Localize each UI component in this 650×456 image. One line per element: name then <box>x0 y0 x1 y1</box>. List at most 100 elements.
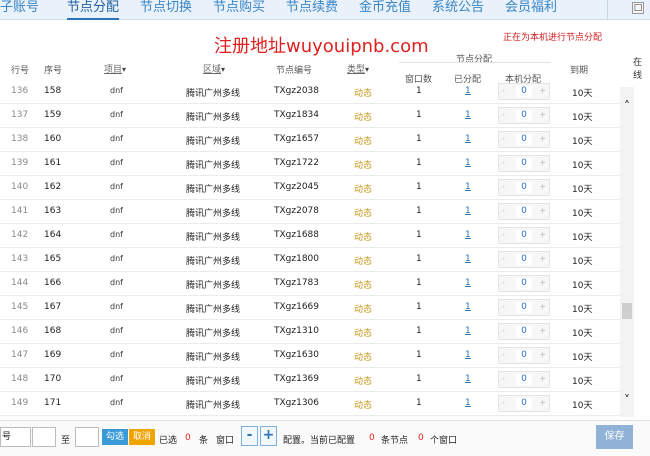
scroll-down-icon[interactable]: ˅ <box>620 393 634 407</box>
check-button[interactable]: 勾选 <box>102 429 128 445</box>
row-allocated-link[interactable]: 1 <box>465 182 471 192</box>
stepper-minus-icon[interactable]: - <box>502 158 505 167</box>
stepper-plus-icon[interactable]: + <box>539 182 546 191</box>
stepper-minus-icon[interactable]: - <box>502 350 505 359</box>
stepper-minus-icon[interactable]: - <box>502 230 505 239</box>
stepper-value[interactable]: 0 <box>516 182 532 193</box>
stepper-plus-icon[interactable]: + <box>539 326 546 335</box>
local-allocation-stepper[interactable]: - 0 + <box>498 155 550 172</box>
stepper-value[interactable]: 0 <box>516 134 532 145</box>
range-end-input[interactable] <box>75 427 99 447</box>
stepper-value[interactable]: 0 <box>516 326 532 337</box>
col-area-filter[interactable]: 区域 <box>203 62 225 75</box>
stepper-plus-icon[interactable]: + <box>539 110 546 119</box>
local-allocation-stepper[interactable]: - 0 + <box>498 131 550 148</box>
local-allocation-stepper[interactable]: - 0 + <box>498 251 550 268</box>
col-project-filter[interactable]: 项目 <box>104 62 126 75</box>
table-row[interactable]: 149 171 dnf 腾讯广州多线 TXgz1306 动态 1 1 10天 - 0 + <box>0 392 620 416</box>
stepper-plus-icon[interactable]: + <box>539 398 546 407</box>
tab-member-benefits[interactable]: 会员福利 <box>505 0 557 20</box>
stepper-plus-icon[interactable]: + <box>539 230 546 239</box>
stepper-plus-icon[interactable]: + <box>539 302 546 311</box>
stepper-value[interactable]: 0 <box>516 350 532 361</box>
stepper-value[interactable]: 0 <box>516 110 532 121</box>
stepper-minus-icon[interactable]: - <box>502 326 505 335</box>
stepper-minus-icon[interactable]: - <box>502 134 505 143</box>
tab-node-allocation[interactable]: 节点分配 <box>67 0 120 20</box>
tab-announcements[interactable]: 系统公告 <box>432 0 484 20</box>
stepper-minus-icon[interactable]: - <box>502 278 505 287</box>
row-allocated-link[interactable]: 1 <box>465 350 471 360</box>
range-start-select[interactable]: 号 <box>0 427 31 447</box>
save-button[interactable]: 保存 <box>596 425 633 449</box>
tab-node-switch[interactable]: 节点切换 <box>140 0 192 20</box>
row-allocated-link[interactable]: 1 <box>465 302 471 312</box>
table-row[interactable]: 144 166 dnf 腾讯广州多线 TXgz1783 动态 1 1 10天 - 0 + <box>0 272 620 296</box>
row-allocated-link[interactable]: 1 <box>465 110 471 120</box>
plus-button[interactable]: + <box>260 426 277 446</box>
stepper-minus-icon[interactable]: - <box>502 254 505 263</box>
row-allocated-link[interactable]: 1 <box>465 206 471 216</box>
stepper-minus-icon[interactable]: - <box>502 206 505 215</box>
stepper-plus-icon[interactable]: + <box>539 134 546 143</box>
range-start-input[interactable] <box>32 427 56 447</box>
minus-button[interactable]: - <box>241 426 258 446</box>
maximize-icon[interactable]: □ <box>632 2 644 14</box>
table-row[interactable]: 148 170 dnf 腾讯广州多线 TXgz1369 动态 1 1 10天 - 0 + <box>0 368 620 392</box>
table-row[interactable]: 145 167 dnf 腾讯广州多线 TXgz1669 动态 1 1 10天 - 0 + <box>0 296 620 320</box>
row-allocated-link[interactable]: 1 <box>465 254 471 264</box>
scroll-thumb[interactable] <box>622 303 632 319</box>
stepper-minus-icon[interactable]: - <box>502 110 505 119</box>
row-allocated-link[interactable]: 1 <box>465 158 471 168</box>
local-allocation-stepper[interactable]: - 0 + <box>498 347 550 364</box>
table-row[interactable]: 143 165 dnf 腾讯广州多线 TXgz1800 动态 1 1 10天 - 0 + <box>0 248 620 272</box>
local-allocation-stepper[interactable]: - 0 + <box>498 299 550 316</box>
tab-node-purchase[interactable]: 节点购买 <box>213 0 265 20</box>
stepper-value[interactable]: 0 <box>516 374 532 385</box>
stepper-plus-icon[interactable]: + <box>539 86 546 95</box>
table-row[interactable]: 137 159 dnf 腾讯广州多线 TXgz1834 动态 1 1 10天 - 0 + <box>0 104 620 128</box>
local-allocation-stepper[interactable]: - 0 + <box>498 203 550 220</box>
row-allocated-link[interactable]: 1 <box>465 134 471 144</box>
row-allocated-link[interactable]: 1 <box>465 398 471 408</box>
local-allocation-stepper[interactable]: - 0 + <box>498 227 550 244</box>
local-allocation-stepper[interactable]: - 0 + <box>498 395 550 412</box>
row-allocated-link[interactable]: 1 <box>465 374 471 384</box>
stepper-value[interactable]: 0 <box>516 398 532 409</box>
vertical-scrollbar[interactable]: ˄ ˅ <box>620 87 634 417</box>
stepper-minus-icon[interactable]: - <box>502 302 505 311</box>
uncheck-button[interactable]: 取消 <box>129 429 155 445</box>
local-allocation-stepper[interactable]: - 0 + <box>498 371 550 388</box>
stepper-minus-icon[interactable]: - <box>502 398 505 407</box>
local-allocation-stepper[interactable]: - 0 + <box>498 83 550 100</box>
tab-node-renewal[interactable]: 节点续费 <box>286 0 338 20</box>
table-row[interactable]: 139 161 dnf 腾讯广州多线 TXgz1722 动态 1 1 10天 - 0 + <box>0 152 620 176</box>
stepper-value[interactable]: 0 <box>516 206 532 217</box>
table-row[interactable]: 140 162 dnf 腾讯广州多线 TXgz2045 动态 1 1 10天 - 0 + <box>0 176 620 200</box>
stepper-plus-icon[interactable]: + <box>539 158 546 167</box>
tab-sub-accounts[interactable]: 子账号 <box>0 0 39 20</box>
table-row[interactable]: 146 168 dnf 腾讯广州多线 TXgz1310 动态 1 1 10天 - 0 + <box>0 320 620 344</box>
local-allocation-stepper[interactable]: - 0 + <box>498 179 550 196</box>
scroll-up-icon[interactable]: ˄ <box>620 99 634 113</box>
tab-coin-recharge[interactable]: 金币充值 <box>359 0 411 20</box>
local-allocation-stepper[interactable]: - 0 + <box>498 107 550 124</box>
table-row[interactable]: 142 164 dnf 腾讯广州多线 TXgz1688 动态 1 1 10天 - 0 + <box>0 224 620 248</box>
stepper-minus-icon[interactable]: - <box>502 86 505 95</box>
row-allocated-link[interactable]: 1 <box>465 230 471 240</box>
stepper-plus-icon[interactable]: + <box>539 374 546 383</box>
stepper-plus-icon[interactable]: + <box>539 206 546 215</box>
table-row[interactable]: 138 160 dnf 腾讯广州多线 TXgz1657 动态 1 1 10天 - 0 + <box>0 128 620 152</box>
stepper-plus-icon[interactable]: + <box>539 254 546 263</box>
table-row[interactable]: 147 169 dnf 腾讯广州多线 TXgz1630 动态 1 1 10天 - 0 + <box>0 344 620 368</box>
row-allocated-link[interactable]: 1 <box>465 326 471 336</box>
local-allocation-stepper[interactable]: - 0 + <box>498 275 550 292</box>
table-row[interactable]: 136 158 dnf 腾讯广州多线 TXgz2038 动态 1 1 10天 - 0 + <box>0 80 620 104</box>
stepper-minus-icon[interactable]: - <box>502 374 505 383</box>
table-row[interactable]: 141 163 dnf 腾讯广州多线 TXgz2078 动态 1 1 10天 - 0 + <box>0 200 620 224</box>
stepper-value[interactable]: 0 <box>516 158 532 169</box>
stepper-value[interactable]: 0 <box>516 278 532 289</box>
stepper-plus-icon[interactable]: + <box>539 350 546 359</box>
stepper-value[interactable]: 0 <box>516 230 532 241</box>
local-allocation-stepper[interactable]: - 0 + <box>498 323 550 340</box>
